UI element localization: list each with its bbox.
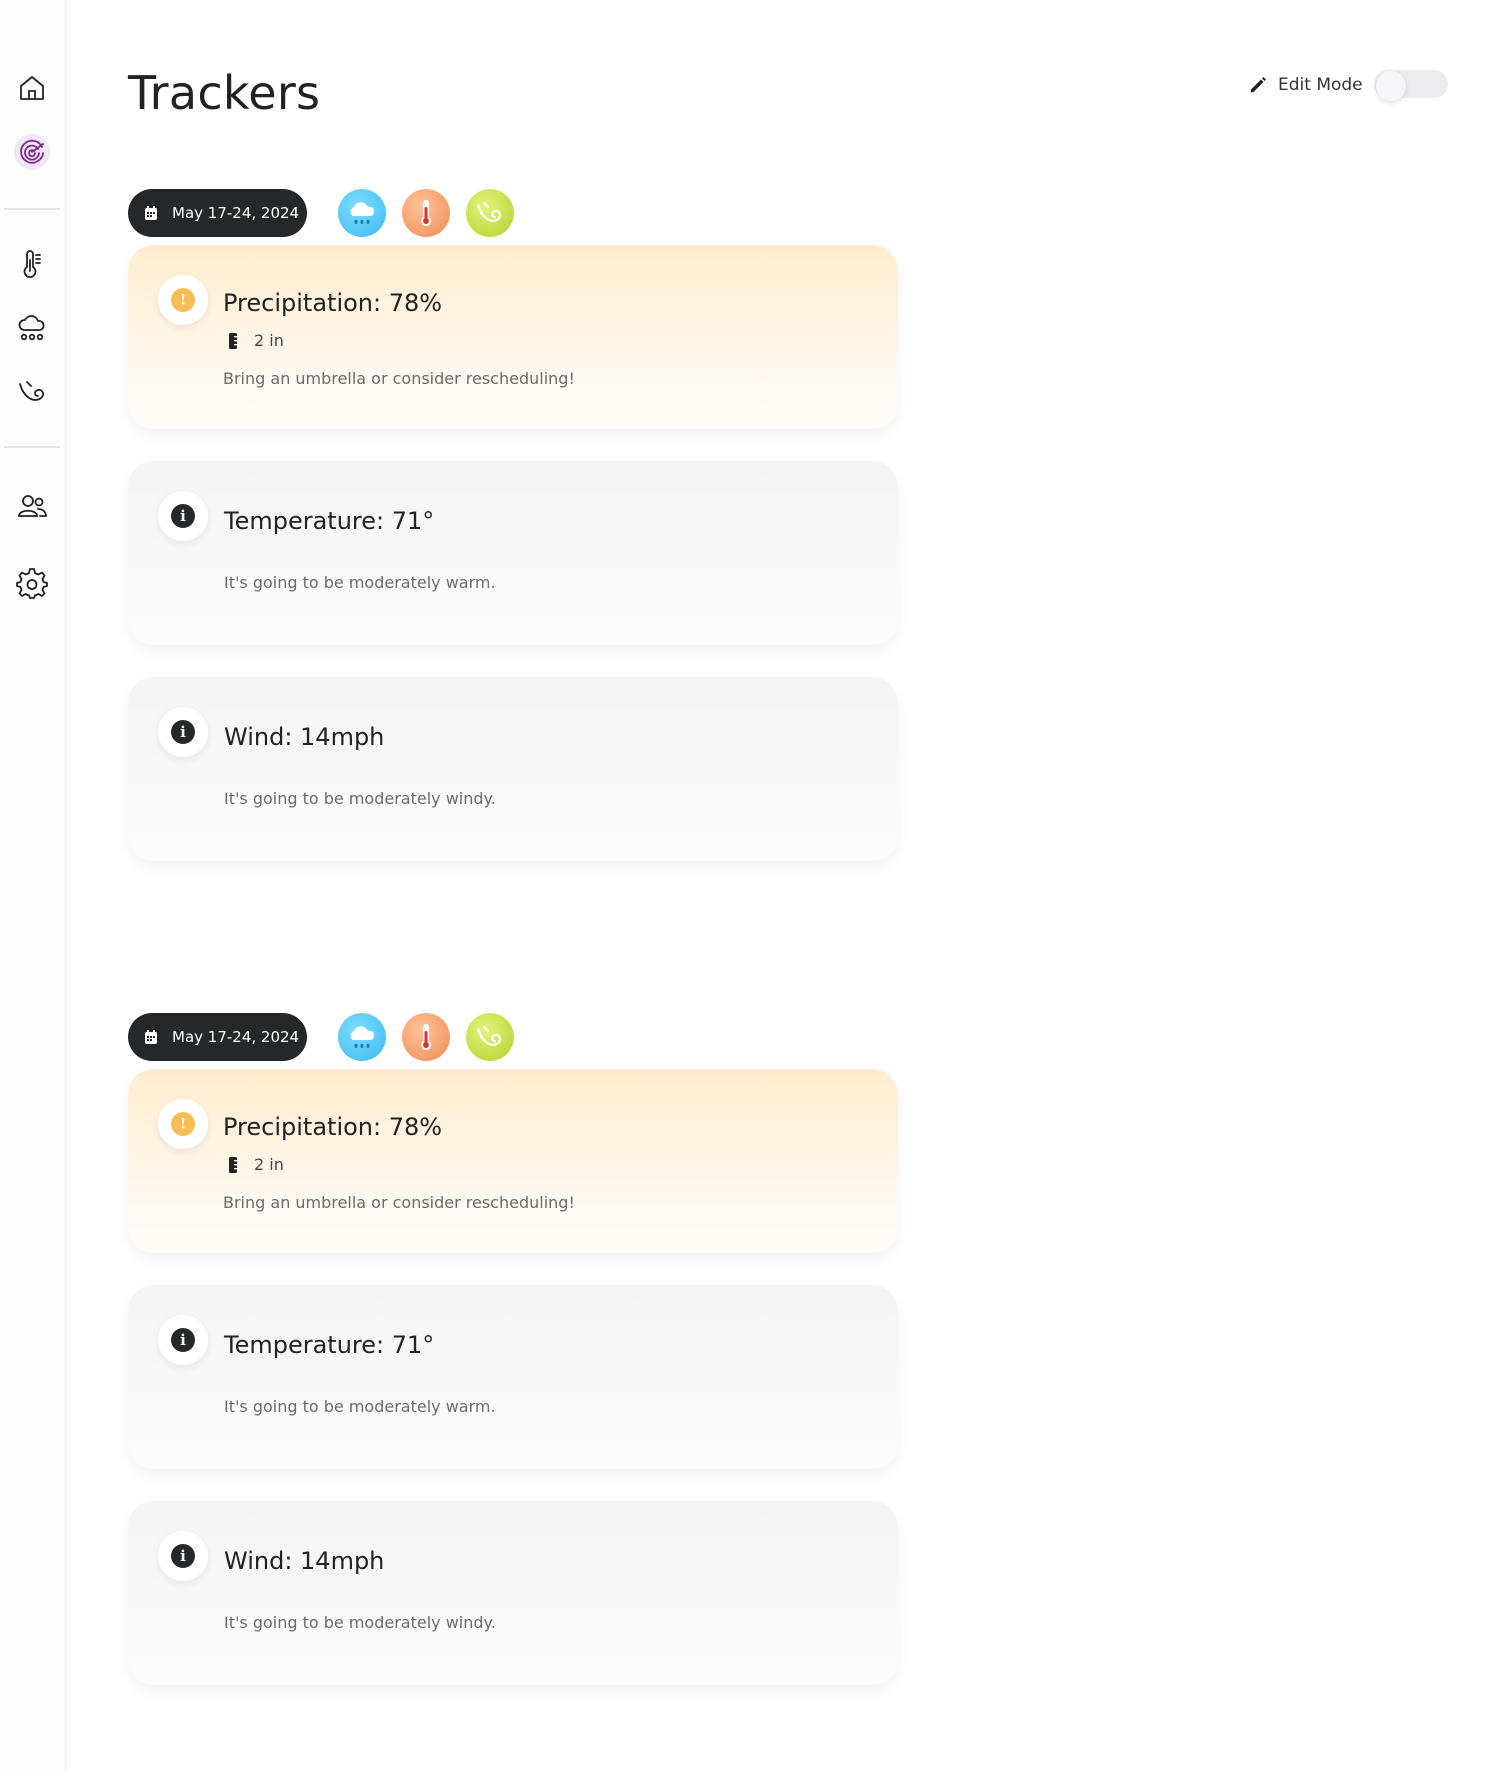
rain-cloud-icon: [18, 315, 45, 341]
sidebar-item-settings[interactable]: [14, 566, 50, 602]
thermometer-icon: [421, 200, 431, 226]
home-icon: [20, 76, 44, 100]
card-title: Wind: 14mph: [224, 1547, 385, 1575]
wind-card[interactable]: i Wind: 14mph It's going to be moderatel…: [128, 677, 898, 861]
warning-badge: !: [158, 1099, 208, 1149]
thermometer-icon: [421, 1024, 431, 1050]
info-badge: i: [158, 1315, 208, 1365]
date-range-text: May 17-24, 2024: [172, 1028, 300, 1046]
warning-badge: !: [158, 275, 208, 325]
card-title: Temperature: 71°: [224, 507, 435, 535]
date-range-pill[interactable]: May 17-24, 2024: [128, 1013, 307, 1061]
warning-icon: !: [171, 288, 195, 312]
date-range-text: May 17-24, 2024: [172, 204, 300, 222]
wind-icon: [476, 201, 502, 222]
ruler-icon: [229, 332, 237, 349]
edit-mode-label: Edit Mode: [1278, 75, 1363, 95]
amount-value: 2 in: [254, 331, 284, 350]
card-note: It's going to be moderately warm.: [224, 573, 496, 592]
precipitation-card[interactable]: ! Precipitation: 78% 2 in Bring an umbre…: [128, 245, 898, 429]
ruler-icon: [229, 1156, 237, 1173]
rain-cloud-icon: [350, 1026, 375, 1049]
info-icon: i: [171, 504, 195, 528]
calendar-icon: [145, 1030, 157, 1044]
filter-chip-precipitation[interactable]: [338, 1013, 386, 1061]
page-title: Trackers: [128, 66, 321, 120]
sidebar-item-trackers[interactable]: [14, 134, 50, 170]
toggle-knob: [1376, 71, 1406, 101]
precipitation-amount: 2 in: [228, 331, 284, 350]
calendar-icon: [145, 206, 157, 220]
pencil-icon: [1250, 77, 1266, 93]
card-note: Bring an umbrella or consider rescheduli…: [223, 1193, 575, 1212]
sidebar-item-home[interactable]: [14, 70, 50, 106]
rain-cloud-icon: [350, 202, 375, 225]
info-icon: i: [171, 720, 195, 744]
sidebar-divider: [4, 208, 60, 210]
precipitation-card[interactable]: ! Precipitation: 78% 2 in Bring an umbre…: [128, 1069, 898, 1253]
card-note: Bring an umbrella or consider rescheduli…: [223, 369, 575, 388]
filter-chip-precipitation[interactable]: [338, 189, 386, 237]
sidebar-item-wind[interactable]: [14, 374, 50, 410]
date-range-pill[interactable]: May 17-24, 2024: [128, 189, 307, 237]
filter-chip-wind[interactable]: [466, 189, 514, 237]
edit-mode-label-group: Edit Mode: [1248, 70, 1363, 100]
sidebar-item-temperature[interactable]: [14, 246, 50, 282]
sidebar-item-precipitation[interactable]: [14, 310, 50, 346]
warning-icon: !: [171, 1112, 195, 1136]
users-icon: [18, 495, 47, 517]
card-note: It's going to be moderately windy.: [224, 1613, 496, 1632]
filter-chip-temperature[interactable]: [402, 189, 450, 237]
sidebar: [0, 0, 66, 1771]
info-badge: i: [158, 491, 208, 541]
card-note: It's going to be moderately windy.: [224, 789, 496, 808]
info-badge: i: [158, 707, 208, 757]
radar-icon: [20, 139, 44, 164]
gear-icon: [16, 568, 48, 599]
filter-chip-temperature[interactable]: [402, 1013, 450, 1061]
card-note: It's going to be moderately warm.: [224, 1397, 496, 1416]
amount-value: 2 in: [254, 1155, 284, 1174]
temperature-card[interactable]: i Temperature: 71° It's going to be mode…: [128, 1285, 898, 1469]
sidebar-item-people[interactable]: [14, 488, 50, 524]
card-title: Wind: 14mph: [224, 723, 385, 751]
sidebar-divider: [4, 446, 60, 448]
edit-mode-toggle[interactable]: [1374, 70, 1448, 101]
info-icon: i: [171, 1328, 195, 1352]
info-badge: i: [158, 1531, 208, 1581]
card-title: Precipitation: 78%: [223, 289, 443, 317]
wind-icon: [476, 1025, 502, 1046]
wind-icon: [19, 381, 45, 401]
thermometer-icon: [23, 250, 41, 278]
precipitation-amount: 2 in: [228, 1155, 284, 1174]
filter-chip-wind[interactable]: [466, 1013, 514, 1061]
card-title: Precipitation: 78%: [223, 1113, 443, 1141]
wind-card[interactable]: i Wind: 14mph It's going to be moderatel…: [128, 1501, 898, 1685]
info-icon: i: [171, 1544, 195, 1568]
card-title: Temperature: 71°: [224, 1331, 435, 1359]
temperature-card[interactable]: i Temperature: 71° It's going to be mode…: [128, 461, 898, 645]
